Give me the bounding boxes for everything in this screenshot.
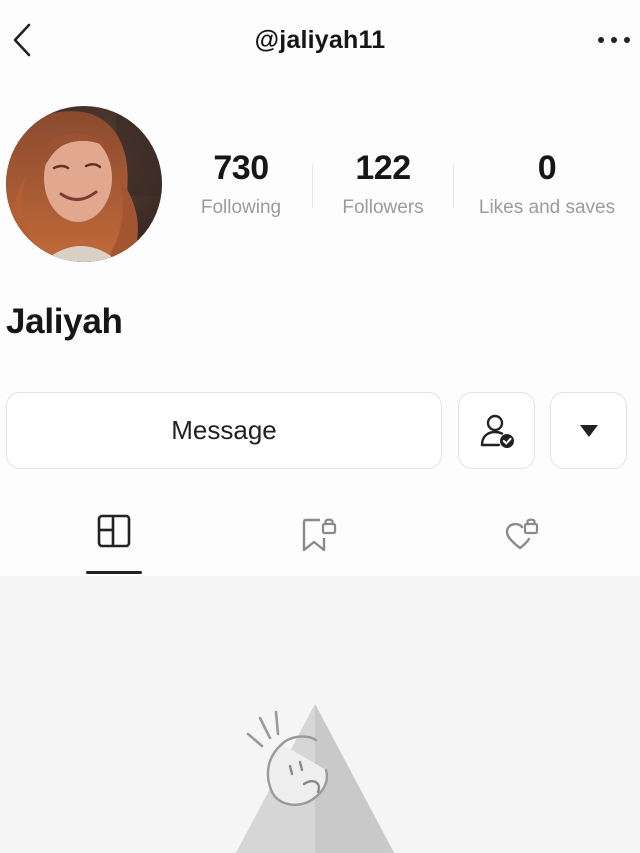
top-bar: @jaliyah11 (0, 0, 640, 82)
tab-collections[interactable] (288, 514, 348, 564)
stat-label: Followers (342, 197, 424, 218)
more-actions-dropdown[interactable] (550, 392, 627, 469)
stat-likes-and-saves[interactable]: 0 Likes and saves (454, 146, 640, 220)
more-horizontal-icon (598, 37, 630, 43)
bookmark-lock-icon (302, 518, 337, 552)
profile-tabs (0, 500, 640, 576)
triangle-down-icon (579, 424, 598, 437)
stat-value: 122 (355, 149, 411, 187)
stat-followers[interactable]: 122 Followers (313, 146, 453, 220)
following-status-button[interactable] (458, 392, 535, 469)
message-button[interactable]: Message (6, 392, 442, 469)
empty-state-illustration (235, 704, 395, 853)
tab-notes[interactable] (84, 514, 144, 564)
tab-liked[interactable] (490, 514, 550, 564)
avatar[interactable] (6, 106, 162, 262)
grid-layout-icon (97, 514, 131, 548)
stat-label: Following (200, 197, 282, 218)
profile-name: Jaliyah (6, 302, 123, 341)
user-check-icon (480, 414, 514, 448)
heart-lock-icon (505, 518, 539, 550)
more-options-button[interactable] (594, 24, 634, 56)
stat-label: Likes and saves (478, 197, 616, 218)
stat-value: 0 (537, 149, 557, 187)
stat-following[interactable]: 730 Following (170, 146, 312, 220)
profile-handle: @jaliyah11 (254, 26, 386, 54)
notes-content-area (0, 576, 640, 853)
profile-stats: 730 Following 122 Followers 0 Likes and … (170, 146, 640, 236)
active-tab-indicator (86, 571, 142, 574)
stat-value: 730 (213, 149, 269, 187)
profile-page: @jaliyah11 730 Following 122 Followers 0… (0, 0, 640, 853)
